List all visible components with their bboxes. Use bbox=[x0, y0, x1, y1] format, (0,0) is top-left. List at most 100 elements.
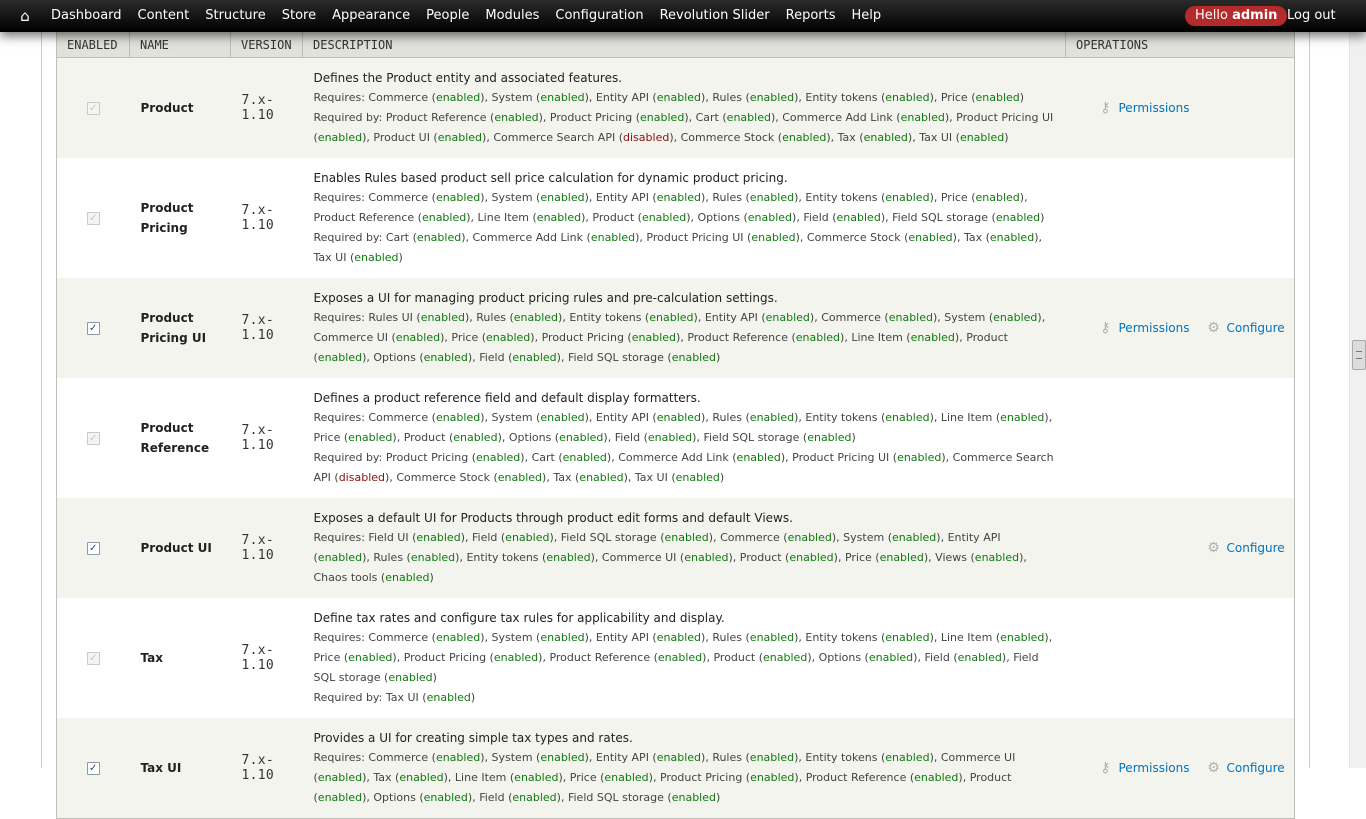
gear-icon: ⚙ bbox=[1207, 320, 1220, 336]
dependency-status: enabled bbox=[579, 471, 624, 484]
toolbar-menu-item-content[interactable]: Content bbox=[130, 0, 198, 32]
dependency-status: enabled bbox=[649, 311, 694, 324]
vertical-scrollbar[interactable] bbox=[1349, 32, 1366, 768]
dependency-status: enabled bbox=[437, 131, 483, 144]
configure-link[interactable]: ⚙ Configure bbox=[1206, 538, 1284, 558]
dependency-name: Product Pricing bbox=[549, 111, 633, 124]
dependency: Options (enabled) bbox=[373, 791, 473, 804]
configure-link[interactable]: ⚙ Configure bbox=[1206, 318, 1285, 338]
toolbar-menu-item-configuration[interactable]: Configuration bbox=[547, 0, 651, 32]
requires-list-label: Requires: bbox=[313, 751, 365, 764]
permissions-link[interactable]: ⚷ Permissions bbox=[1098, 758, 1189, 778]
dependency-status: enabled bbox=[416, 531, 461, 544]
dependency-name: Product bbox=[969, 771, 1012, 784]
toolbar-menu-item-help[interactable]: Help bbox=[844, 0, 890, 32]
toolbar-menu-item-structure[interactable]: Structure bbox=[197, 0, 273, 32]
dependency-status: enabled bbox=[989, 231, 1035, 244]
requires-list-label: Requires: bbox=[313, 531, 365, 544]
dependency: Commerce UI (enabled) bbox=[601, 551, 733, 564]
requires-list: Requires: Rules UI (enabled), Rules (ena… bbox=[313, 311, 1046, 364]
module-description: Enables Rules based product sell price c… bbox=[313, 171, 788, 185]
dependency: Commerce Stock (enabled) bbox=[396, 471, 547, 484]
dependency-name: Product Pricing UI bbox=[956, 111, 1054, 124]
dependency: Product (enabled) bbox=[739, 551, 838, 564]
enabled-cell: ✓ bbox=[56, 378, 130, 498]
dependency-name: Field SQL storage bbox=[892, 211, 989, 224]
dependency-status: enabled bbox=[399, 771, 444, 784]
dependency-status: enabled bbox=[795, 331, 841, 344]
enabled-cell: ✓ bbox=[56, 718, 130, 819]
configure-link[interactable]: ⚙ Configure bbox=[1206, 758, 1284, 778]
module-name: Tax bbox=[129, 598, 231, 718]
dependency-status: enabled bbox=[562, 451, 607, 464]
dependency-name: Entity tokens bbox=[805, 631, 878, 644]
toolbar-menu-item-modules[interactable]: Modules bbox=[477, 0, 547, 32]
dependency-status: enabled bbox=[317, 351, 363, 364]
dependency-status: enabled bbox=[787, 531, 832, 544]
dependency: Field (enabled) bbox=[803, 211, 886, 224]
dependency: Product Reference (enabled) bbox=[805, 771, 963, 784]
user-greeting-badge[interactable]: Hello admin bbox=[1185, 6, 1288, 26]
dependency: Rules UI (enabled) bbox=[368, 311, 470, 324]
dependency-name: Field bbox=[614, 431, 641, 444]
dependency-status: enabled bbox=[317, 771, 363, 784]
toolbar-menu-item-dashboard[interactable]: Dashboard bbox=[43, 0, 130, 32]
dependency-status: enabled bbox=[348, 651, 393, 664]
dependency-name: Cart bbox=[385, 231, 410, 244]
permissions-link[interactable]: ⚷ Permissions bbox=[1098, 318, 1189, 338]
dependency-name: Price bbox=[451, 331, 479, 344]
dependency-status: enabled bbox=[410, 551, 456, 564]
dependency-status: enabled bbox=[641, 211, 687, 224]
dependency-status: enabled bbox=[749, 191, 795, 204]
dependency-name: System bbox=[944, 311, 986, 324]
dependency-status: enabled bbox=[486, 331, 531, 344]
operations-cell: ⚷ Permissions bbox=[1065, 57, 1295, 158]
module-version: 7.x-1.10 bbox=[230, 598, 303, 718]
dependency-status: enabled bbox=[514, 771, 559, 784]
enabled-checkbox[interactable]: ✓ bbox=[86, 762, 100, 775]
permissions-link[interactable]: ⚷ Permissions bbox=[1098, 98, 1189, 118]
dependency-status: enabled bbox=[1000, 411, 1045, 424]
dependency: Rules (enabled) bbox=[712, 631, 799, 644]
dependency: Entity tokens (enabled) bbox=[466, 551, 595, 564]
enabled-checkbox[interactable]: ✓ bbox=[86, 322, 100, 335]
dependency: Commerce Add Link (enabled) bbox=[618, 451, 786, 464]
required-by-list: Required by: Product Reference (enabled)… bbox=[313, 111, 1054, 144]
operations-cell bbox=[1065, 598, 1295, 718]
dependency-name: Product bbox=[713, 651, 756, 664]
toolbar-menu-item-store[interactable]: Store bbox=[274, 0, 324, 32]
dependency-name: Tax UI bbox=[385, 691, 419, 704]
dependency-name: Price bbox=[940, 191, 968, 204]
toolbar-menu-item-reports[interactable]: Reports bbox=[778, 0, 844, 32]
toolbar-menu-item-revolution-slider[interactable]: Revolution Slider bbox=[652, 0, 778, 32]
scrollbar-thumb[interactable] bbox=[1352, 340, 1366, 370]
dependency-name: Entity API bbox=[595, 411, 649, 424]
dependency: System (enabled) bbox=[491, 91, 589, 104]
dependency-name: Tax bbox=[837, 131, 856, 144]
dependency: Commerce Stock (enabled) bbox=[806, 231, 957, 244]
required-by-list-label: Required by: bbox=[313, 451, 383, 464]
dependency: Line Item (enabled) bbox=[940, 631, 1049, 644]
dependency-name: Commerce bbox=[368, 631, 429, 644]
dependency: Entity API (enabled) bbox=[595, 91, 706, 104]
enabled-checkbox[interactable]: ✓ bbox=[86, 542, 100, 555]
configure-label: Configure bbox=[1226, 321, 1285, 335]
dependency-name: Commerce bbox=[368, 91, 429, 104]
dependency-status: enabled bbox=[908, 231, 953, 244]
dependency-name: Options bbox=[373, 351, 416, 364]
dependency-status: enabled bbox=[540, 631, 585, 644]
module-row: ✓ Tax 7.x-1.10 Define tax rates and configu… bbox=[56, 598, 1295, 718]
logout-link[interactable]: Log out bbox=[1287, 0, 1336, 32]
dependency: Cart (enabled) bbox=[531, 451, 612, 464]
module-name: Product Pricing bbox=[129, 158, 231, 278]
dependency-status: enabled bbox=[975, 191, 1020, 204]
dependency-status: enabled bbox=[657, 651, 703, 664]
dependency: Price (enabled) bbox=[940, 191, 1025, 204]
toolbar-menu-item-people[interactable]: People bbox=[418, 0, 477, 32]
home-icon[interactable]: ⌂ bbox=[16, 7, 34, 25]
dependency: Line Item (enabled) bbox=[454, 771, 563, 784]
toolbar-menu-item-appearance[interactable]: Appearance bbox=[324, 0, 418, 32]
dependency-name: Product bbox=[966, 331, 1008, 344]
dependency-name: Entity API bbox=[595, 751, 649, 764]
dependency: Entity API (enabled) bbox=[704, 311, 815, 324]
